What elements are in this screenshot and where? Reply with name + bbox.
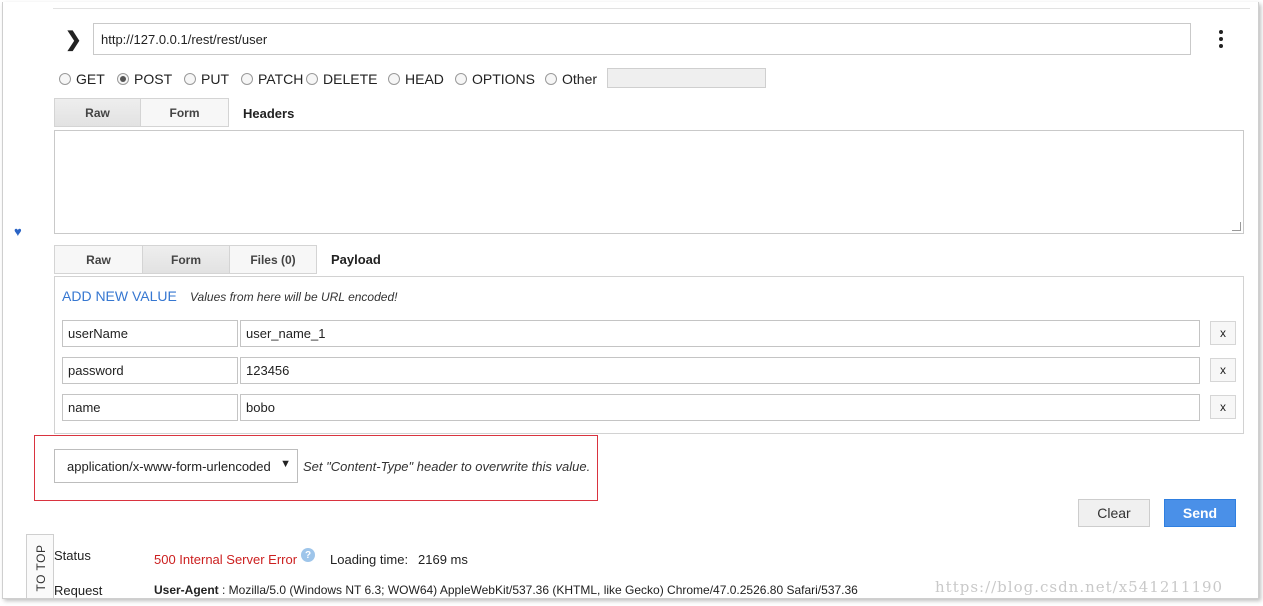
payload-label: Payload [331,252,381,267]
content-type-select[interactable]: application/x-www-form-urlencoded ▼ [54,449,298,483]
headers-textarea[interactable] [54,130,1244,234]
status-value: 500 Internal Server Error [154,552,298,567]
help-icon[interactable]: ? [301,548,315,562]
radio-icon[interactable] [184,73,196,85]
user-agent-key: User-Agent [154,583,219,597]
method-label: POST [134,71,173,87]
method-other[interactable]: Other [545,70,597,88]
radio-icon[interactable] [388,73,400,85]
method-label: HEAD [405,71,444,87]
radio-icon[interactable] [545,73,557,85]
method-label: DELETE [323,71,378,87]
request-label: Request [54,583,103,598]
headers-tab-raw[interactable]: Raw [54,98,141,127]
content-type-value: application/x-www-form-urlencoded [67,458,271,474]
field-key-input[interactable]: password [62,357,238,384]
other-method-input[interactable] [607,68,766,88]
encoding-note: Values from here will be URL encoded! [190,290,398,304]
more-menu-icon[interactable] [1211,28,1231,54]
method-delete[interactable]: DELETE [306,70,377,88]
headers-label: Headers [243,106,295,121]
method-post[interactable]: POST [117,70,172,88]
user-agent-value: : Mozilla/5.0 (Windows NT 6.3; WOW64) Ap… [222,583,858,597]
radio-selected-icon[interactable] [117,73,129,85]
method-get[interactable]: GET [59,70,105,88]
field-value-input[interactable]: bobo [240,394,1200,421]
method-label: Other [562,71,598,87]
field-value-input[interactable]: 123456 [240,357,1200,384]
headers-tab-form[interactable]: Form [140,98,229,127]
watermark: https://blog.csdn.net/x541211190 [935,578,1224,596]
remove-field-button[interactable]: x [1210,321,1236,345]
field-key-input[interactable]: name [62,394,238,421]
resize-handle-icon[interactable] [1232,222,1241,231]
method-head[interactable]: HEAD [388,70,444,88]
method-label: PUT [201,71,229,87]
method-options[interactable]: OPTIONS [455,70,535,88]
url-input[interactable] [93,23,1191,55]
method-label: OPTIONS [472,71,536,87]
method-label: GET [76,71,105,87]
payload-tab-raw[interactable]: Raw [54,245,143,274]
heart-icon[interactable]: ♥ [14,224,22,239]
top-divider [53,8,1250,9]
field-value-input[interactable]: user_name_1 [240,320,1200,347]
radio-icon[interactable] [241,73,253,85]
payload-tab-files[interactable]: Files (0) [229,245,317,274]
clear-button[interactable]: Clear [1078,499,1150,527]
field-key-input[interactable]: userName [62,320,238,347]
method-put[interactable]: PUT [184,70,229,88]
method-patch[interactable]: PATCH [241,70,303,88]
to-top-label: TO TOP [34,544,48,592]
method-label: PATCH [258,71,304,87]
remove-field-button[interactable]: x [1210,395,1236,419]
send-button[interactable]: Send [1164,499,1236,527]
status-label: Status [54,548,91,563]
payload-tab-form[interactable]: Form [142,245,230,274]
remove-field-button[interactable]: x [1210,358,1236,382]
dropdown-arrow-icon: ▼ [280,458,291,470]
radio-icon[interactable] [455,73,467,85]
loading-time-label: Loading time: [330,552,409,567]
radio-icon[interactable] [59,73,71,85]
radio-icon[interactable] [306,73,318,85]
add-new-value-link[interactable]: ADD NEW VALUE [62,288,177,304]
content-type-note: Set "Content-Type" header to overwrite t… [303,459,591,474]
app-frame: ❯ GET POST PUT PATCH DELETE HEAD OPTIONS… [2,2,1259,599]
loading-time-value: 2169 ms [418,552,468,567]
to-top-button[interactable]: TO TOP [26,534,54,598]
expand-chevron-icon[interactable]: ❯ [65,28,85,52]
